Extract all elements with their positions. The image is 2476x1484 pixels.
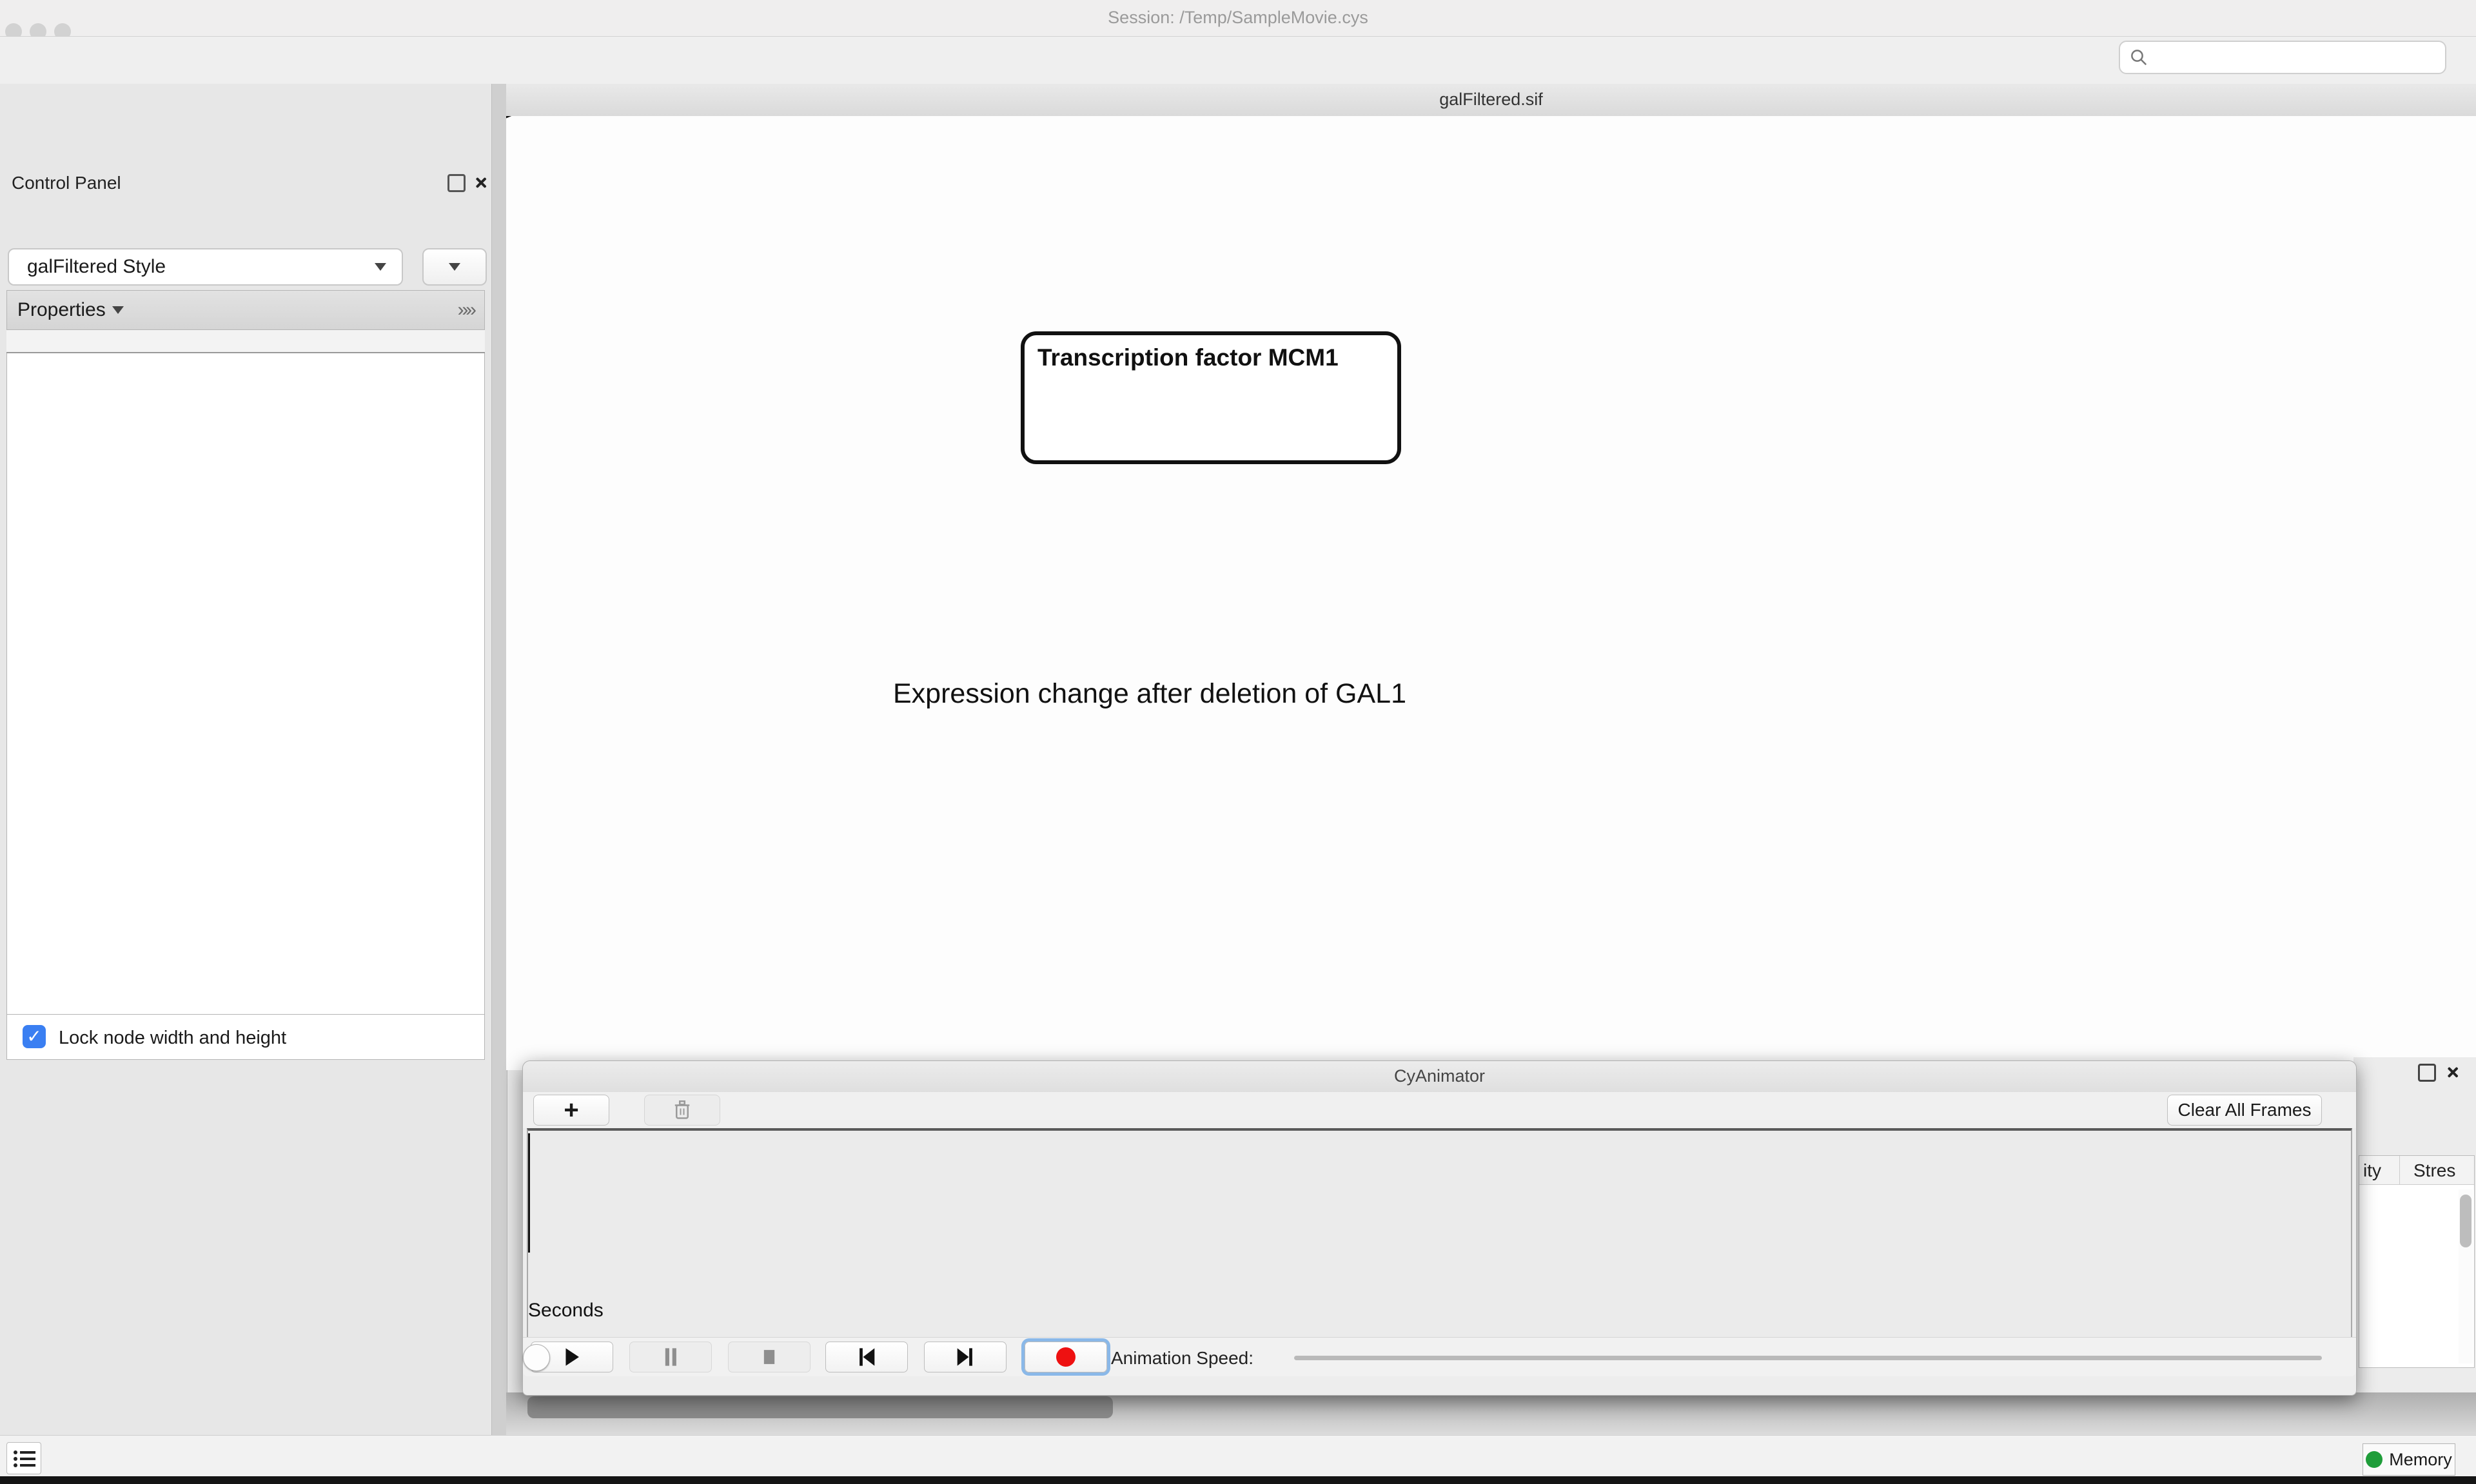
- table-header-row: ity Stres: [2359, 1156, 2474, 1185]
- style-dropdown[interactable]: galFiltered Style: [8, 248, 403, 286]
- main-toolbar: [0, 37, 2476, 84]
- cyanimator-titlebar: CyAnimator: [523, 1061, 2356, 1093]
- go-to-start-button[interactable]: [825, 1342, 908, 1372]
- control-panel: Control Panel galFiltered Style Properti…: [0, 84, 491, 1435]
- float-panel-icon[interactable]: [447, 174, 466, 192]
- screen-edge: [0, 1476, 2476, 1484]
- cyanimator-toolbar: + Clear All Frames: [523, 1092, 2356, 1128]
- cyanimator-controls: Animation Speed:: [523, 1337, 2356, 1376]
- horizontal-scrollbar[interactable]: [527, 1396, 1113, 1418]
- task-history-button[interactable]: [6, 1442, 41, 1474]
- memory-button[interactable]: Memory: [2363, 1443, 2455, 1476]
- status-bar: Memory: [0, 1435, 2476, 1477]
- properties-column-headers: [6, 330, 485, 353]
- annotation-title: Transcription factor MCM1: [1037, 344, 1384, 371]
- pause-button[interactable]: [629, 1342, 712, 1372]
- timeline-axis-label: Seconds: [528, 1300, 604, 1322]
- network-canvas[interactable]: Transcription factor MCM1 Expression cha…: [506, 116, 2476, 1070]
- lock-checkbox[interactable]: ✓: [23, 1025, 46, 1048]
- search-input[interactable]: [2155, 47, 2436, 68]
- animation-speed-slider[interactable]: [1294, 1356, 2322, 1360]
- skip-to-start-icon: [858, 1347, 876, 1367]
- network-caption: Expression change after deletion of GAL1: [893, 678, 1406, 710]
- animation-speed-label: Animation Speed:: [1111, 1348, 1253, 1369]
- clear-all-frames-label: Clear All Frames: [2178, 1100, 2312, 1120]
- cyanimator-timeline[interactable]: Seconds: [527, 1128, 2352, 1337]
- pause-icon: [663, 1347, 678, 1367]
- expand-all-icon[interactable]: »»: [458, 299, 474, 321]
- timeline-playhead[interactable]: [528, 1133, 530, 1253]
- plus-icon: +: [564, 1100, 578, 1120]
- lock-row: ✓ Lock node width and height: [6, 1015, 485, 1060]
- panel-splitter[interactable]: [491, 84, 507, 1435]
- stop-button[interactable]: [728, 1342, 811, 1372]
- add-frame-button[interactable]: +: [533, 1095, 609, 1126]
- control-panel-title: Control Panel: [12, 173, 121, 193]
- stop-icon: [761, 1347, 777, 1367]
- style-options-button[interactable]: [422, 248, 487, 286]
- chevron-down-icon: [112, 306, 124, 314]
- properties-header[interactable]: Properties »»: [6, 290, 485, 330]
- chevron-down-icon: [375, 263, 386, 271]
- properties-header-label: Properties: [17, 299, 106, 321]
- close-panel-icon[interactable]: [474, 176, 487, 190]
- float-panel-icon[interactable]: [2418, 1064, 2436, 1082]
- record-button[interactable]: [1025, 1342, 1107, 1372]
- node-table-fragment: ity Stres: [2353, 1057, 2476, 1392]
- memory-status-icon: [2366, 1451, 2383, 1468]
- session-title: Session: /Temp/SampleMovie.cys: [0, 8, 2476, 28]
- cyanimator-window: CyAnimator + Clear All Frames Seconds: [522, 1060, 2357, 1396]
- trash-icon: [674, 1100, 691, 1120]
- application-window: Session: /Temp/SampleMovie.cys Control P…: [0, 0, 2476, 1484]
- cyanimator-title: CyAnimator: [523, 1066, 2356, 1086]
- lock-label: Lock node width and height: [59, 1028, 286, 1049]
- skip-to-end-icon: [956, 1347, 974, 1367]
- network-edges: [506, 116, 2476, 1070]
- titlebar: Session: /Temp/SampleMovie.cys: [0, 0, 2476, 37]
- record-icon: [1056, 1347, 1076, 1367]
- column-divider[interactable]: [2399, 1156, 2400, 1184]
- table-panel-header: [506, 1392, 2476, 1435]
- delete-frame-button[interactable]: [644, 1095, 720, 1126]
- network-view-window: galFiltered.sif Transcription factor MCM…: [506, 84, 2476, 1070]
- column-header[interactable]: ity: [2363, 1160, 2381, 1181]
- annotation-box[interactable]: Transcription factor MCM1: [1021, 331, 1401, 464]
- node-table: ity Stres: [2359, 1155, 2475, 1368]
- network-window-titlebar: galFiltered.sif: [506, 84, 2476, 117]
- properties-panel: [6, 290, 485, 1015]
- network-window-title: galFiltered.sif: [506, 90, 2476, 110]
- search-icon: [2129, 48, 2148, 67]
- vertical-scrollbar[interactable]: [2459, 1189, 2473, 1363]
- animation-speed-thumb[interactable]: [523, 1344, 550, 1371]
- go-to-end-button[interactable]: [924, 1342, 1007, 1372]
- clear-all-frames-button[interactable]: Clear All Frames: [2167, 1095, 2322, 1126]
- style-dropdown-value: galFiltered Style: [27, 256, 166, 278]
- memory-label: Memory: [2389, 1450, 2452, 1470]
- chevron-down-icon: [449, 263, 460, 271]
- close-panel-icon[interactable]: [2446, 1066, 2459, 1079]
- search-field: [2119, 41, 2446, 74]
- play-icon: [564, 1347, 580, 1367]
- column-header[interactable]: Stres: [2413, 1160, 2455, 1181]
